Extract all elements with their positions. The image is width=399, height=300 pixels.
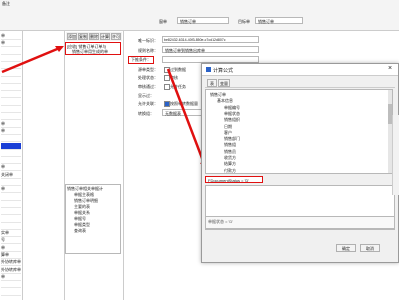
- toolbar-button[interactable]: 许可: [111, 33, 121, 40]
- unique-label: 唯一标识：: [138, 38, 158, 43]
- tree-node[interactable]: 基本信息: [217, 98, 233, 103]
- toolbar: 添加 复制 删除 计算 许可: [66, 32, 122, 41]
- condition-label[interactable]: 下推条件：: [128, 56, 154, 64]
- tree-node[interactable]: 客户: [224, 130, 232, 135]
- formula-input[interactable]: FDocumentStatus = 'D': [205, 176, 263, 183]
- left-list-item[interactable]: [1, 106, 21, 113]
- bottom-list-item[interactable]: 销售订单相关单据计: [67, 186, 103, 191]
- left-list-item[interactable]: 单: [1, 186, 21, 194]
- allow-label: 允许关联：: [138, 101, 158, 106]
- left-list-item[interactable]: [1, 99, 21, 106]
- left-list-item[interactable]: [1, 179, 21, 186]
- bottom-list: 销售订单相关单据计 单据主表格 销售订单明细 主要的表 单据关系 单据号 单据类型 查询表: [65, 184, 121, 254]
- bottom-list-item[interactable]: 主要的表: [74, 204, 90, 209]
- condition-field[interactable]: [162, 56, 259, 63]
- rule-list[interactable]: [应收] 销售订单订单与 销售订单用生成的单: [65, 42, 121, 55]
- left-list-item[interactable]: 外协转库单: [1, 259, 21, 267]
- left-list-item[interactable]: [1, 281, 21, 289]
- left-list-item[interactable]: [1, 113, 21, 121]
- form-field[interactable]: 销售订单: [177, 17, 229, 24]
- object-label: 目标单: [238, 19, 250, 24]
- left-list-item[interactable]: 关闭单: [1, 172, 21, 179]
- preview-area: 单据状态 = 'D': [205, 216, 395, 229]
- left-list-item[interactable]: [1, 194, 21, 201]
- left-list-item[interactable]: [1, 142, 21, 150]
- left-list-item[interactable]: [1, 84, 21, 92]
- toolbar-button[interactable]: 计算: [100, 33, 110, 40]
- approve-label: 审核通过：: [138, 84, 158, 89]
- bottom-list-item[interactable]: 单据关系: [74, 210, 90, 215]
- tree-node[interactable]: 销售部门: [224, 136, 240, 141]
- left-list-item[interactable]: [1, 208, 21, 216]
- group-label: 转换组：: [138, 111, 154, 116]
- bottom-list-item[interactable]: 单据类型: [74, 222, 90, 227]
- rule-line-2: 销售订单用生成的单: [72, 49, 108, 54]
- object-field[interactable]: 销售订单: [255, 17, 303, 24]
- tree-node[interactable]: 销售订单: [210, 92, 226, 97]
- tree-node[interactable]: 结算方: [224, 161, 236, 166]
- unique-field[interactable]: be82432-6314-40f3-850e-c7cd12d807c: [162, 36, 259, 43]
- tab-strip: [205, 77, 395, 88]
- tree-node[interactable]: 付款方: [224, 168, 236, 173]
- left-list-item[interactable]: [1, 216, 21, 223]
- left-list-item[interactable]: [1, 150, 21, 157]
- tab-variable[interactable]: 变量: [218, 79, 230, 87]
- left-list-item[interactable]: [1, 289, 21, 296]
- left-list-item[interactable]: 单: [1, 245, 21, 252]
- bottom-list-item[interactable]: 销售订单明细: [74, 198, 98, 203]
- menu-fragment: 备注: [2, 1, 10, 6]
- tree-node[interactable]: 单据编号: [224, 105, 240, 110]
- rule-name-label: 规则名称：: [138, 48, 158, 53]
- tree-node[interactable]: 销售组: [224, 142, 236, 147]
- left-list-item[interactable]: [1, 223, 21, 230]
- tree-node[interactable]: 收货方: [224, 155, 236, 160]
- left-list-item[interactable]: [1, 201, 21, 208]
- left-arrow: [1, 45, 64, 74]
- toolbar-button[interactable]: 添加: [67, 33, 77, 40]
- bottom-list-item[interactable]: 查询表: [74, 228, 86, 233]
- tree-node[interactable]: 销售组织: [224, 117, 240, 122]
- tree-node[interactable]: 销售员: [224, 149, 236, 154]
- left-list-item[interactable]: [1, 135, 21, 143]
- left-list-item[interactable]: 单: [1, 128, 21, 135]
- field-tree: 销售订单 基本信息单据编号 单据状态 销售组织日期 客户 销售部门 销售组销售员 收货方 结算方…: [205, 89, 393, 174]
- cancel-button[interactable]: 取消: [360, 244, 380, 252]
- right-edge: [392, 115, 399, 195]
- source-label: 源单类型：: [138, 67, 158, 72]
- tree-node[interactable]: 单据状态: [224, 111, 240, 116]
- left-list-item[interactable]: 单: [1, 121, 21, 128]
- middle-panel: [64, 31, 124, 300]
- close-icon[interactable]: ×: [388, 65, 392, 72]
- left-list-item[interactable]: 单: [1, 274, 21, 281]
- ok-button[interactable]: 确定: [336, 244, 356, 252]
- show-label: 显示过：: [138, 93, 154, 98]
- left-list-item[interactable]: 算单: [1, 252, 21, 259]
- formula-dialog: 计算公式 × 表 变量 销售订单 基本信息单据编号 单据状态 销售组织日期 客户 销售部门…: [201, 63, 399, 263]
- toolbar-button[interactable]: 删除: [89, 33, 99, 40]
- toolbar-button[interactable]: 复制: [78, 33, 88, 40]
- dialog-title: 计算公式: [213, 68, 234, 74]
- left-list-item[interactable]: 单: [1, 33, 21, 40]
- dialog-app-icon: [206, 67, 211, 72]
- bottom-list-item[interactable]: 单据主表格: [74, 192, 94, 197]
- process-label: 处理状态：: [138, 75, 158, 80]
- rule-name-field[interactable]: 销售订单到销售出库单: [162, 46, 259, 53]
- form-label: 窗单: [159, 19, 167, 24]
- left-list-item[interactable]: 外协转库单: [1, 267, 21, 274]
- tree-node[interactable]: 日期: [224, 124, 232, 129]
- top-bar: [0, 0, 399, 31]
- tab-table[interactable]: 表: [207, 79, 217, 87]
- bottom-list-item[interactable]: 单据号: [74, 216, 86, 221]
- left-list-item[interactable]: [1, 91, 21, 99]
- left-list-item[interactable]: 号: [1, 237, 21, 245]
- left-list-item[interactable]: 单: [1, 164, 21, 172]
